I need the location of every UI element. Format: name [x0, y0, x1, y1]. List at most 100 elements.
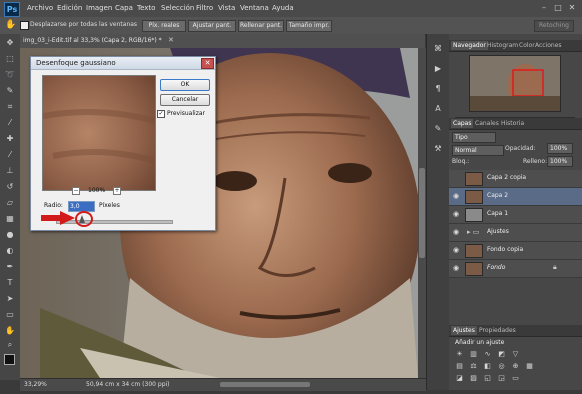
shape-icon[interactable]: ▭ — [4, 310, 16, 320]
hand-icon[interactable]: ✋ — [4, 326, 16, 336]
brightness-icon[interactable]: ☀ — [455, 350, 464, 358]
document-tab[interactable]: img_03_i-Edit.tif al 33,3% (Capa 2, RGB/… — [23, 36, 162, 46]
healing-icon[interactable]: ✚ — [4, 134, 16, 144]
brush-icon[interactable]: ⁄ — [4, 150, 16, 160]
dialog-close-button[interactable]: ✕ — [201, 58, 214, 69]
marquee-icon[interactable]: ⬚ — [4, 54, 16, 64]
foreground-color-swatch[interactable] — [4, 354, 15, 365]
layer-row[interactable]: Capa 2 copia — [449, 170, 582, 188]
photo-filter-icon[interactable]: ◎ — [497, 362, 506, 370]
ok-button[interactable]: OK — [160, 79, 210, 91]
gradient-map-icon[interactable]: ▭ — [511, 374, 520, 382]
menu-capa[interactable]: Capa — [115, 4, 133, 12]
brush-preset-icon[interactable]: ✎ — [432, 124, 444, 134]
layer-group-row[interactable]: ◉ ▸ ▭ Ajustes — [449, 224, 582, 242]
visibility-toggle-icon[interactable] — [452, 174, 460, 182]
print-size-button[interactable]: Tamaño impr. — [286, 20, 332, 32]
menu-archivo[interactable]: Archivo — [27, 4, 53, 12]
cancel-button[interactable]: Cancelar — [160, 94, 210, 106]
zoom-out-button[interactable]: − — [72, 187, 80, 195]
visibility-toggle-icon[interactable]: ◉ — [452, 264, 460, 272]
posterize-icon[interactable]: ▨ — [469, 374, 478, 382]
curves-icon[interactable]: ∿ — [483, 350, 492, 358]
canvas-horizontal-scrollbar[interactable] — [220, 382, 310, 387]
threshold-icon[interactable]: ◱ — [483, 374, 492, 382]
layer-row[interactable]: ◉ Fondo copia — [449, 242, 582, 260]
layer-row[interactable]: ◉ Capa 1 — [449, 206, 582, 224]
clone-stamp-icon[interactable]: ⊥ — [4, 166, 16, 176]
invert-icon[interactable]: ◪ — [455, 374, 464, 382]
fill-field[interactable]: 100% — [547, 156, 573, 167]
minimize-button[interactable]: – — [538, 3, 550, 13]
fill-screen-button[interactable]: Rellenar pant. — [238, 20, 284, 32]
tab-canales[interactable]: Canales — [473, 119, 501, 128]
lasso-icon[interactable]: ➰ — [4, 70, 16, 80]
zoom-icon[interactable]: ⌕ — [4, 340, 16, 350]
close-window-button[interactable]: ✕ — [566, 3, 578, 13]
path-select-icon[interactable]: ➤ — [4, 294, 16, 304]
workspace-selector[interactable]: Retoching — [534, 20, 574, 32]
blur-icon[interactable]: ● — [4, 230, 16, 240]
scroll-all-windows-checkbox[interactable] — [20, 21, 29, 30]
eyedropper-icon[interactable]: ⁄ — [4, 118, 16, 128]
maximize-button[interactable]: □ — [552, 3, 564, 13]
tab-propiedades[interactable]: Propiedades — [477, 326, 518, 335]
navigator-thumbnail[interactable] — [469, 55, 561, 112]
move-icon[interactable]: ✥ — [4, 38, 16, 48]
black-white-icon[interactable]: ◧ — [483, 362, 492, 370]
visibility-toggle-icon[interactable]: ◉ — [452, 192, 460, 200]
history-brush-icon[interactable]: ↺ — [4, 182, 16, 192]
blur-preview[interactable] — [42, 75, 156, 191]
layer-row[interactable]: ◉ Fondo 🔒︎ — [449, 260, 582, 278]
tab-capas[interactable]: Capas — [451, 119, 474, 128]
visibility-toggle-icon[interactable]: ◉ — [452, 228, 460, 236]
visibility-toggle-icon[interactable]: ◉ — [452, 210, 460, 218]
opacity-field[interactable]: 100% — [547, 143, 573, 154]
layer-row[interactable]: ◉ Capa 2 — [449, 188, 582, 206]
tab-ajustes[interactable]: Ajustes — [451, 326, 477, 335]
close-tab-icon[interactable]: ✕ — [168, 36, 174, 44]
eraser-icon[interactable]: ▱ — [4, 198, 16, 208]
menu-vista[interactable]: Vista — [218, 4, 235, 12]
tab-navegador[interactable]: Navegador — [451, 41, 488, 50]
levels-icon[interactable]: ▥ — [469, 350, 478, 358]
pen-icon[interactable]: ✒ — [4, 262, 16, 272]
tool-preset-icon[interactable]: ⚒ — [432, 144, 444, 154]
tab-historia[interactable]: Historia — [499, 119, 526, 128]
character-icon[interactable]: A — [432, 104, 444, 114]
zoom-in-button[interactable]: + — [113, 187, 121, 195]
vibrance-icon[interactable]: ▽ — [511, 350, 520, 358]
layer-kind-filter[interactable]: Tipo — [452, 132, 496, 143]
channel-mixer-icon[interactable]: ⊕ — [511, 362, 520, 370]
type-icon[interactable]: T — [4, 278, 16, 288]
menu-edicion[interactable]: Edición — [57, 4, 82, 12]
hue-sat-icon[interactable]: ▤ — [455, 362, 464, 370]
exposure-icon[interactable]: ◩ — [497, 350, 506, 358]
visibility-toggle-icon[interactable]: ◉ — [452, 246, 460, 254]
zoom-level-readout[interactable]: 33,29% — [24, 381, 47, 388]
tab-histogram[interactable]: Histogram — [485, 41, 520, 50]
actions-icon[interactable]: ▶ — [432, 64, 444, 74]
color-lookup-icon[interactable]: ▦ — [525, 362, 534, 370]
quick-select-icon[interactable]: ✎ — [4, 86, 16, 96]
color-balance-icon[interactable]: ⚖ — [469, 362, 478, 370]
menu-seleccion[interactable]: Selección — [161, 4, 194, 12]
paragraph-icon[interactable]: ¶ — [432, 84, 444, 94]
preview-checkbox[interactable]: ✓ — [157, 110, 165, 118]
menu-filtro[interactable]: Filtro — [196, 4, 213, 12]
tab-acciones[interactable]: Acciones — [533, 41, 564, 50]
dodge-icon[interactable]: ◐ — [4, 246, 16, 256]
menu-imagen[interactable]: Imagen — [86, 4, 112, 12]
blend-mode-select[interactable]: Normal — [452, 145, 504, 156]
gradient-icon[interactable]: ▦ — [4, 214, 16, 224]
fit-screen-button[interactable]: Ajustar pant. — [188, 20, 236, 32]
scroll-thumb[interactable] — [419, 168, 425, 258]
canvas-vertical-scrollbar[interactable] — [418, 48, 426, 378]
crop-icon[interactable]: ⌗ — [4, 102, 16, 112]
menu-ayuda[interactable]: Ayuda — [272, 4, 294, 12]
history-panel-icon[interactable]: ⌘ — [432, 44, 444, 54]
selective-color-icon[interactable]: ◲ — [497, 374, 506, 382]
menu-ventana[interactable]: Ventana — [240, 4, 269, 12]
menu-texto[interactable]: Texto — [137, 4, 155, 12]
actual-pixels-button[interactable]: Píx. reales — [142, 20, 186, 32]
